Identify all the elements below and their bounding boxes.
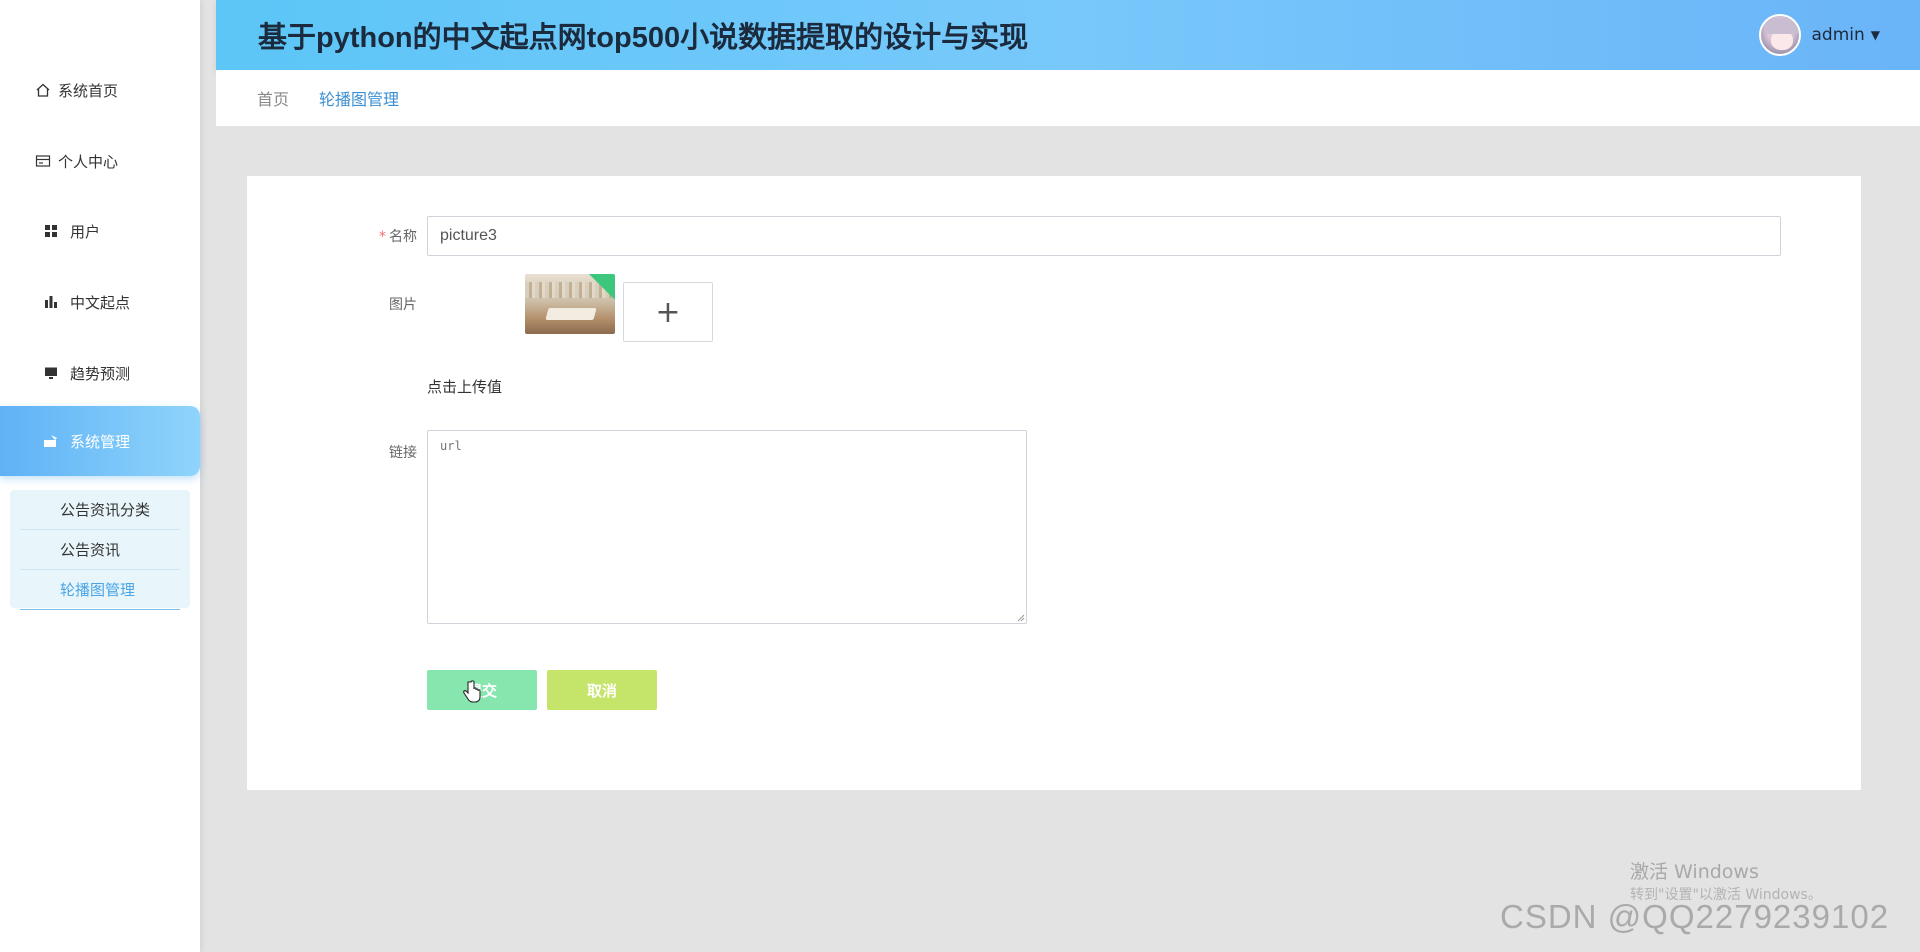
profile-card-icon xyxy=(34,152,52,170)
sidebar-item-qidian[interactable]: 中文起点 xyxy=(0,267,200,337)
breadcrumb-home[interactable]: 首页 xyxy=(257,86,289,110)
windows-activation-title: 激活 Windows xyxy=(1630,861,1759,883)
app-title: 基于python的中文起点网top500小说数据提取的设计与实现 xyxy=(258,22,1029,54)
uploaded-image-thumbnail[interactable] xyxy=(525,274,615,334)
home-icon xyxy=(34,81,52,99)
plus-icon: + xyxy=(655,294,681,330)
settings-icon xyxy=(42,432,60,450)
sidebar-item-label: 用户 xyxy=(70,222,101,241)
sidebar-item-trend[interactable]: 趋势预测 xyxy=(0,338,200,408)
image-label: 图片 xyxy=(389,297,417,313)
submit-button[interactable]: 提交 xyxy=(427,670,537,710)
sidebar-item-label: 趋势预测 xyxy=(70,364,131,383)
submenu-item-label: 轮播图管理 xyxy=(60,581,136,599)
grid-icon xyxy=(42,222,60,240)
breadcrumb: 首页 轮播图管理 xyxy=(216,70,1920,126)
link-textarea[interactable] xyxy=(427,430,1027,624)
avatar xyxy=(1759,14,1802,56)
sidebar: 系统首页 个人中心 用户 中文起点 趋势预测 系统管理 公告资讯分类 公告资讯 … xyxy=(0,0,200,952)
csdn-watermark: CSDN @QQ2279239102 xyxy=(1500,898,1890,935)
form-card: *名称 picture3 图片 + 点击上传值 链接 提交 取消 xyxy=(247,176,1861,790)
user-menu[interactable]: admin ▼ xyxy=(1759,14,1880,56)
submenu-item-notice[interactable]: 公告资讯 xyxy=(20,530,180,570)
sidebar-item-label: 个人中心 xyxy=(58,152,119,171)
upload-tip: 点击上传值 xyxy=(427,378,503,396)
sidebar-item-label: 系统管理 xyxy=(70,432,131,451)
submenu-item-label: 公告资讯分类 xyxy=(60,501,151,519)
name-label: * 名称 xyxy=(357,226,417,246)
submenu-item-notice-category[interactable]: 公告资讯分类 xyxy=(20,490,180,530)
name-input[interactable]: picture3 xyxy=(427,216,1781,256)
link-label: 链接 xyxy=(389,445,417,461)
monitor-icon xyxy=(42,364,60,382)
submenu-item-label: 公告资讯 xyxy=(60,541,121,559)
sidebar-item-label: 中文起点 xyxy=(70,293,131,312)
user-name: admin xyxy=(1811,25,1865,45)
cancel-button[interactable]: 取消 xyxy=(547,670,657,710)
hand-cursor-icon xyxy=(463,680,481,703)
required-mark: * xyxy=(379,229,386,245)
name-input-value: picture3 xyxy=(440,227,497,244)
breadcrumb-current: 轮播图管理 xyxy=(319,90,400,109)
sidebar-item-profile[interactable]: 个人中心 xyxy=(0,126,200,196)
image-upload-button[interactable]: + xyxy=(623,282,713,342)
bar-chart-icon xyxy=(42,293,60,311)
sidebar-item-home[interactable]: 系统首页 xyxy=(0,55,200,125)
system-submenu: 公告资讯分类 公告资讯 轮播图管理 xyxy=(10,490,190,610)
sidebar-item-system[interactable]: 系统管理 xyxy=(0,406,200,476)
chevron-down-icon: ▼ xyxy=(1870,28,1880,42)
submenu-item-carousel[interactable]: 轮播图管理 xyxy=(20,570,180,610)
name-label-text: 名称 xyxy=(389,229,417,245)
sidebar-item-label: 系统首页 xyxy=(58,81,119,100)
sidebar-item-users[interactable]: 用户 xyxy=(0,196,200,266)
resize-grip-icon[interactable] xyxy=(1017,614,1025,622)
check-corner-icon xyxy=(589,274,615,300)
top-header: 基于python的中文起点网top500小说数据提取的设计与实现 admin ▼ xyxy=(216,0,1920,70)
